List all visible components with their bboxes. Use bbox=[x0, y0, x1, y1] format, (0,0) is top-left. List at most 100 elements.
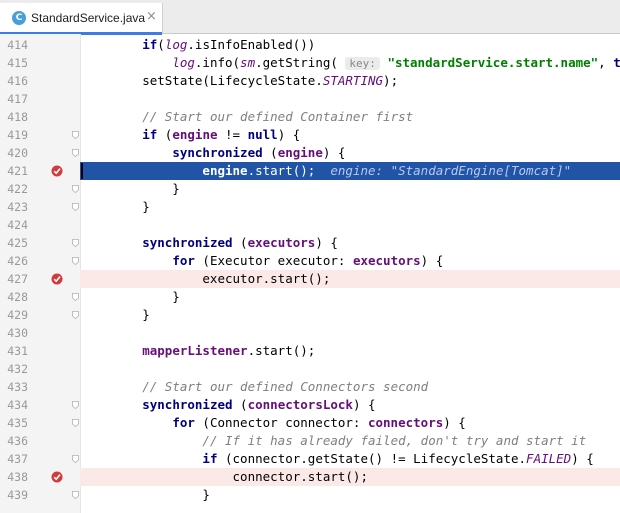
line-number: 439 bbox=[7, 488, 28, 502]
fold-marker-icon[interactable] bbox=[72, 455, 79, 463]
fold-marker-icon[interactable] bbox=[72, 239, 79, 247]
code-token: ( bbox=[157, 37, 165, 52]
breakpoint-icon[interactable] bbox=[51, 165, 63, 177]
code-token: ( bbox=[157, 127, 173, 142]
code-token: FAILED bbox=[526, 451, 572, 466]
line-number: 430 bbox=[7, 326, 28, 340]
code-line[interactable]: 431 mapperListener.start(); bbox=[0, 342, 620, 360]
parameter-hint: key: bbox=[345, 57, 380, 70]
code-line[interactable]: 428 } bbox=[0, 288, 620, 306]
line-number: 425 bbox=[7, 236, 28, 250]
fold-marker-icon[interactable] bbox=[72, 257, 79, 265]
line-number: 437 bbox=[7, 452, 28, 466]
code-line[interactable]: 425 synchronized (executors) { bbox=[0, 234, 620, 252]
code-text[interactable]: } bbox=[82, 486, 210, 504]
breakpoint-icon[interactable] bbox=[51, 471, 63, 483]
code-text[interactable]: if (connector.getState() != LifecycleSta… bbox=[82, 450, 593, 468]
line-number: 422 bbox=[7, 182, 28, 196]
code-token: null bbox=[247, 127, 278, 142]
code-line[interactable]: 419 if (engine != null) { bbox=[0, 126, 620, 144]
fold-marker-icon[interactable] bbox=[72, 401, 79, 409]
code-line[interactable]: 418 // Start our defined Container first bbox=[0, 108, 620, 126]
fold-marker-icon[interactable] bbox=[72, 149, 79, 157]
code-line[interactable]: 439 } bbox=[0, 486, 620, 504]
code-text[interactable]: log.info(sm.getString( key: "standardSer… bbox=[82, 54, 620, 73]
code-line[interactable]: 415 log.info(sm.getString( key: "standar… bbox=[0, 54, 620, 72]
code-text[interactable]: } bbox=[82, 288, 180, 306]
code-line[interactable]: 426 for (Executor executor: executors) { bbox=[0, 252, 620, 270]
fold-marker-icon[interactable] bbox=[72, 293, 79, 301]
code-line[interactable]: 420 synchronized (engine) { bbox=[0, 144, 620, 162]
code-line[interactable]: 434 synchronized (connectorsLock) { bbox=[0, 396, 620, 414]
code-text[interactable]: synchronized (connectorsLock) { bbox=[82, 396, 375, 414]
code-line[interactable]: 414 if(log.isInfoEnabled()) bbox=[0, 36, 620, 54]
code-token: connector.start(); bbox=[82, 469, 368, 484]
tab-title: StandardService.java bbox=[31, 11, 146, 25]
code-text[interactable]: for (Executor executor: executors) { bbox=[82, 252, 443, 270]
close-icon[interactable]: × bbox=[146, 9, 157, 24]
code-token: } bbox=[82, 487, 210, 502]
code-line[interactable]: 433 // Start our defined Connectors seco… bbox=[0, 378, 620, 396]
breakpoint-line[interactable]: 438 connector.start(); bbox=[0, 468, 620, 486]
code-text[interactable]: executor.start(); bbox=[82, 270, 330, 288]
line-number: 428 bbox=[7, 290, 28, 304]
code-text[interactable]: if(log.isInfoEnabled()) bbox=[82, 36, 315, 54]
code-line[interactable]: 429 } bbox=[0, 306, 620, 324]
line-number: 424 bbox=[7, 218, 28, 232]
code-token: ( bbox=[232, 397, 248, 412]
fold-marker-icon[interactable] bbox=[72, 131, 79, 139]
fold-marker-icon[interactable] bbox=[72, 491, 79, 499]
java-class-icon: C bbox=[12, 11, 26, 25]
code-text[interactable]: setState(LifecycleState.STARTING); bbox=[82, 72, 398, 90]
code-token: (connector.getState() != LifecycleState. bbox=[217, 451, 527, 466]
code-text[interactable]: // Start our defined Container first bbox=[82, 108, 413, 126]
editor-tab-bar: C StandardService.java × bbox=[0, 0, 620, 35]
line-number: 423 bbox=[7, 200, 28, 214]
execution-line[interactable]: 421 engine.start(); engine: "StandardEng… bbox=[0, 162, 620, 180]
code-text[interactable]: // If it has already failed, don't try a… bbox=[82, 432, 586, 450]
code-text[interactable]: } bbox=[82, 180, 180, 198]
code-token: synchronized bbox=[172, 145, 263, 160]
code-text[interactable]: if (engine != null) { bbox=[82, 126, 300, 144]
code-line[interactable]: 422 } bbox=[0, 180, 620, 198]
code-token: connectorsLock bbox=[247, 397, 353, 412]
code-line[interactable]: 416 setState(LifecycleState.STARTING); bbox=[0, 72, 620, 90]
code-token: engine bbox=[172, 127, 218, 142]
code-editor[interactable]: 414 if(log.isInfoEnabled()) 415 log.info(… bbox=[0, 34, 620, 513]
code-text[interactable]: for (Connector connector: connectors) { bbox=[82, 414, 466, 432]
code-line[interactable]: 417 bbox=[0, 90, 620, 108]
code-text[interactable]: engine.start(); engine: "StandardEngine[… bbox=[82, 162, 571, 180]
code-token: != bbox=[217, 127, 248, 142]
code-text[interactable]: synchronized (executors) { bbox=[82, 234, 338, 252]
code-text[interactable]: // Start our defined Connectors second bbox=[82, 378, 428, 396]
code-line[interactable]: 436 // If it has already failed, don't t… bbox=[0, 432, 620, 450]
code-token: (Executor executor: bbox=[194, 253, 353, 268]
code-token: .start(); bbox=[247, 163, 331, 178]
code-line[interactable]: 432 bbox=[0, 360, 620, 378]
code-token: for bbox=[172, 253, 195, 268]
code-line[interactable]: 430 bbox=[0, 324, 620, 342]
fold-marker-icon[interactable] bbox=[72, 203, 79, 211]
code-token: engine bbox=[202, 163, 248, 178]
code-token: ) { bbox=[443, 415, 466, 430]
code-text[interactable]: } bbox=[82, 306, 150, 324]
fold-marker-icon[interactable] bbox=[72, 311, 79, 319]
code-line[interactable]: 435 for (Connector connector: connectors… bbox=[0, 414, 620, 432]
code-line[interactable]: 424 bbox=[0, 216, 620, 234]
code-token: synchronized bbox=[142, 397, 233, 412]
line-number: 436 bbox=[7, 434, 28, 448]
code-text[interactable]: mapperListener.start(); bbox=[82, 342, 315, 360]
code-line[interactable]: 437 if (connector.getState() != Lifecycl… bbox=[0, 450, 620, 468]
code-text[interactable]: } bbox=[82, 198, 150, 216]
code-line[interactable]: 423 } bbox=[0, 198, 620, 216]
code-text[interactable]: connector.start(); bbox=[82, 468, 368, 486]
code-text[interactable]: synchronized (engine) { bbox=[82, 144, 345, 162]
fold-marker-icon[interactable] bbox=[72, 419, 79, 427]
fold-marker-icon[interactable] bbox=[72, 185, 79, 193]
breakpoint-icon[interactable] bbox=[51, 273, 63, 285]
line-number: 416 bbox=[7, 74, 28, 88]
breakpoint-line[interactable]: 427 executor.start(); bbox=[0, 270, 620, 288]
tab-standard-service[interactable]: C StandardService.java × bbox=[0, 3, 163, 35]
code-token: } bbox=[82, 289, 180, 304]
